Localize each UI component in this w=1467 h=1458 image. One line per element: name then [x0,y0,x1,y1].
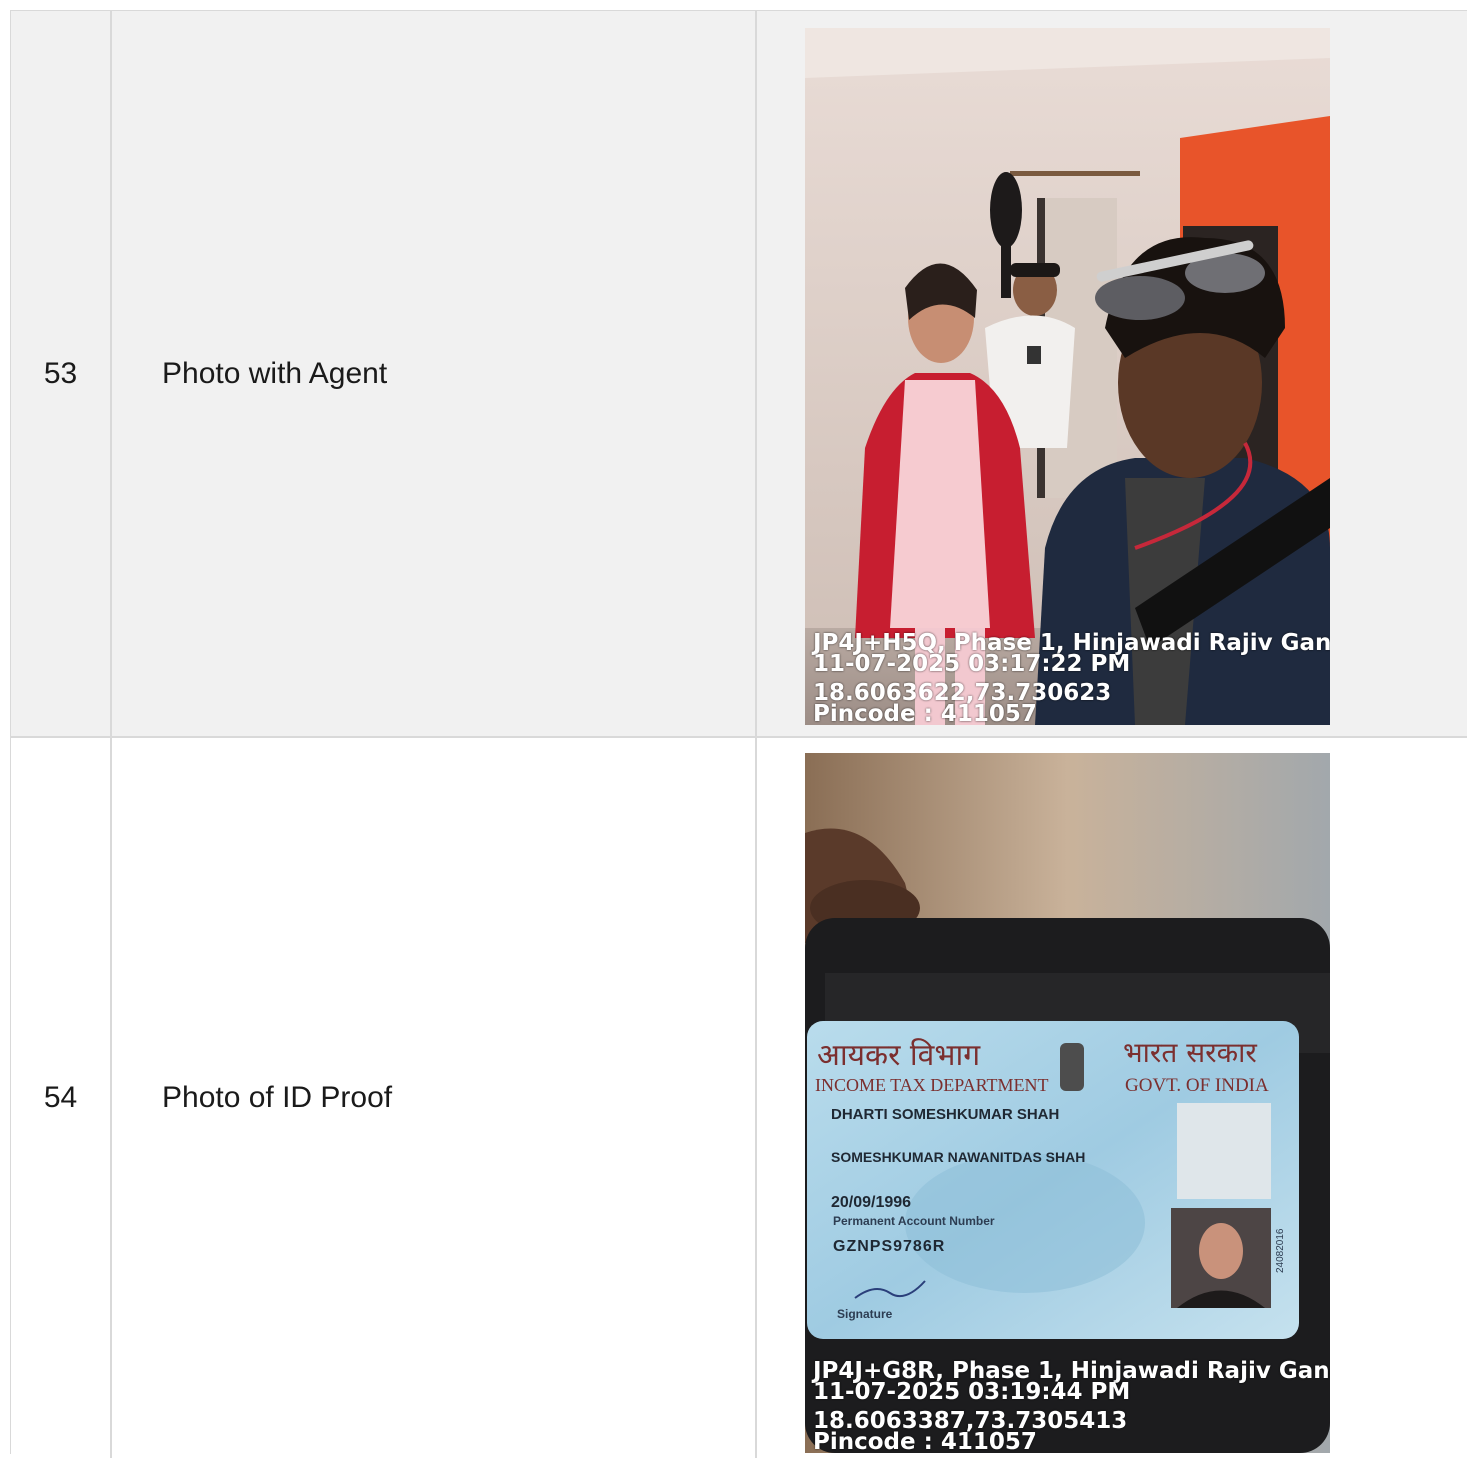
card-serial: 24082016 [1275,1228,1286,1274]
geo-stamp: JP4J+G8R, Phase 1, Hinjawadi Rajiv Gandh… [813,1360,1330,1454]
stamp-datetime: 11-07-2025 03:17:22 PM [813,651,1131,677]
card-pan-number: GZNPS9786R [833,1238,946,1255]
row-photo-cell: JP4J+H5Q, Phase 1, Hinjawadi Rajiv Gandh… [757,11,1467,736]
card-dept-hindi: आयकर विभाग [817,1038,981,1073]
row-number: 53 [43,356,78,390]
stamp-pincode: Pincode : 411057 [813,701,1037,726]
geo-stamp: JP4J+H5Q, Phase 1, Hinjawadi Rajiv Gandh… [813,632,1330,726]
row-number: 54 [43,1081,78,1114]
card-father-name: SOMESHKUMAR NAWANITDAS SHAH [831,1149,1086,1165]
card-govt-english: GOVT. OF INDIA [1125,1075,1269,1096]
row-number-cell: 53 [11,11,112,736]
row-label: Photo of ID Proof [162,1081,393,1114]
row-label: Photo with Agent [162,356,388,390]
id-proof-photo[interactable]: आयकर विभाग भारत सरकार INCOME TAX DEPARTM… [805,753,1330,1453]
agent-selfie-photo[interactable]: JP4J+H5Q, Phase 1, Hinjawadi Rajiv Gandh… [805,28,1330,725]
card-govt-hindi: भारत सरकार [1123,1036,1257,1069]
stamp-pincode: Pincode : 411057 [813,1429,1037,1454]
table-row: 54 Photo of ID Proof आयकर विभाग भारत सरक… [11,738,1467,1458]
stamp-datetime: 11-07-2025 03:19:44 PM [813,1379,1131,1405]
card-signature-label: Signature [837,1307,893,1321]
id-proof-image [805,753,1330,1453]
card-dept-english: INCOME TAX DEPARTMENT [815,1075,1049,1095]
table-row: 53 Photo with Agent JP4J+H5Q, Phase 1, H… [11,11,1467,738]
row-label-cell: Photo of ID Proof [112,738,757,1458]
card-dob: 20/09/1996 [831,1194,912,1211]
row-label-cell: Photo with Agent [112,11,757,736]
row-photo-cell: आयकर विभाग भारत सरकार INCOME TAX DEPARTM… [757,738,1467,1458]
card-holder-name: DHARTI SOMESHKUMAR SHAH [831,1106,1060,1123]
row-number-cell: 54 [11,738,112,1458]
agent-selfie-image [805,28,1330,725]
verification-table: 53 Photo with Agent JP4J+H5Q, Phase 1, H… [10,10,1467,1458]
card-pan-label: Permanent Account Number [833,1214,995,1228]
